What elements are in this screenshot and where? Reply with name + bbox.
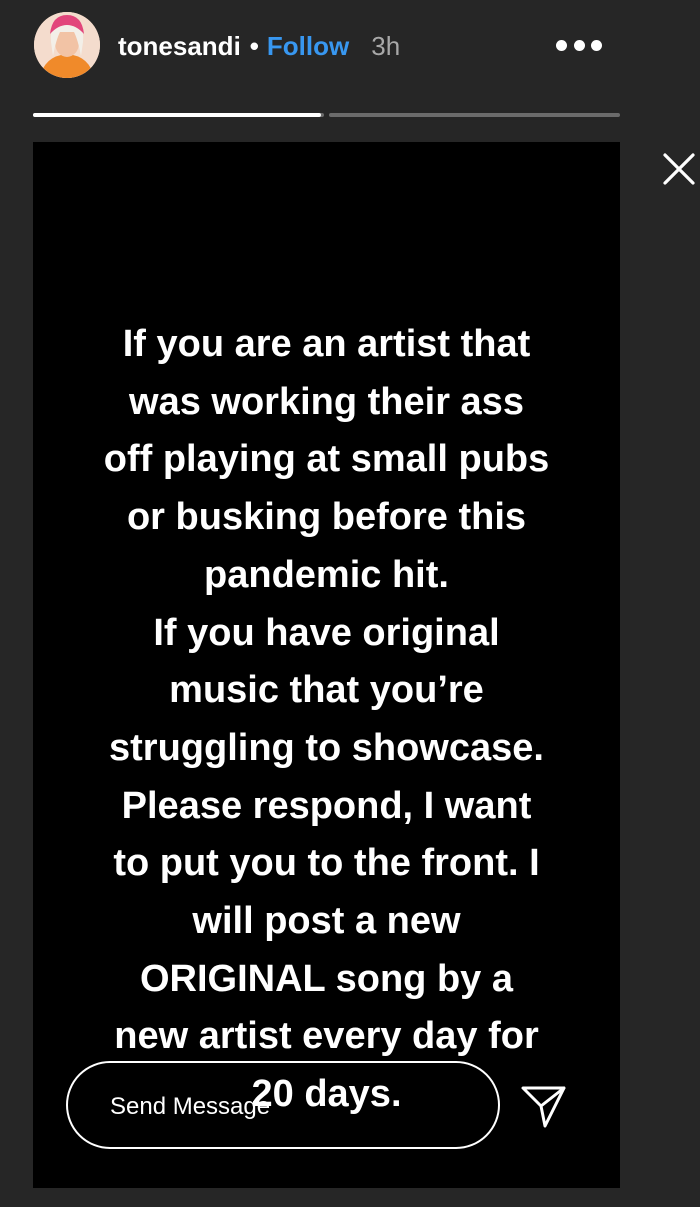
close-x-glyph [663,153,695,185]
more-dot [591,39,602,51]
story-progress-segment [33,113,324,117]
more-options-icon[interactable] [556,32,602,58]
story-progress-segment [329,113,620,117]
close-icon[interactable] [660,150,698,188]
message-input[interactable] [110,1090,450,1124]
avatar-image [34,12,100,78]
paper-plane-glyph [521,1086,566,1128]
timestamp: 3h [371,31,401,61]
username[interactable]: tonesandi [118,28,241,64]
send-icon[interactable] [519,1082,569,1130]
story-header: tonesandi • Follow 3h [0,0,700,100]
send-message-field[interactable] [66,1061,500,1149]
more-dot [556,39,567,51]
story-user-line: tonesandi • Follow 3h [118,28,400,64]
more-dot [573,39,585,51]
follow-button[interactable]: Follow [267,28,349,64]
profile-avatar[interactable] [34,12,100,78]
story-progress-fill [33,113,322,117]
separator-dot: • [249,31,259,61]
story-content[interactable]: If you are an artist that was working th… [33,142,620,1188]
story-text: If you are an artist that was working th… [103,323,550,1116]
